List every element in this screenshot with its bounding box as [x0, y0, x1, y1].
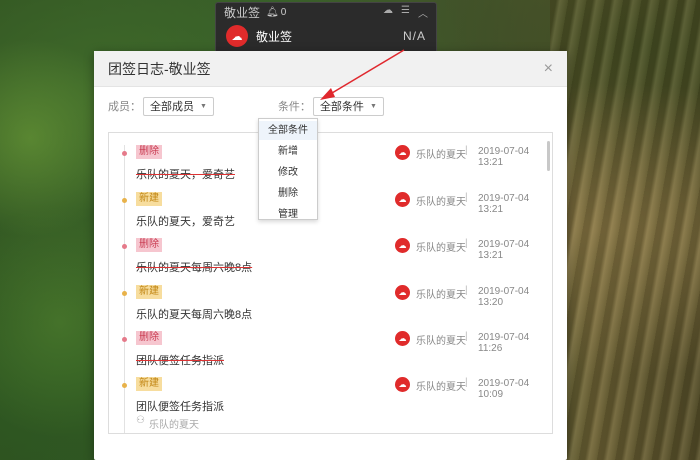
user-avatar-icon: ☁	[395, 285, 410, 300]
cloud-icon[interactable]: ☁	[383, 5, 393, 20]
user-avatar-icon: ☁	[395, 377, 410, 392]
entry-user: 乐队的夏天	[416, 336, 466, 347]
action-tag: 新建	[136, 377, 162, 391]
action-tag: 删除	[136, 331, 162, 345]
action-tag: 新建	[136, 192, 162, 206]
entry-time: 2019-07-04 10:09	[478, 378, 530, 400]
entry-content: 团队便签任务指派	[136, 401, 224, 413]
timeline-dot	[122, 198, 127, 203]
timeline-dot	[122, 291, 127, 296]
chevron-down-icon: ▼	[369, 102, 377, 110]
log-entry: 新建 ☁ 乐队的夏天 | 2019-07-04 13:21 乐队的夏天，爱奇艺	[109, 192, 552, 238]
dialog-header: 团签日志-敬业签 ×	[94, 51, 567, 87]
dropdown-option[interactable]: 新增	[259, 142, 317, 161]
timeline-dot	[122, 151, 127, 156]
widget-title-bar: 敬业签 🔔︎ 0 ☁ ☰ ︿	[216, 3, 436, 21]
entry-content: 乐队的夏天每周六晚8点	[136, 262, 253, 274]
entry-time: 2019-07-04 13:21	[478, 239, 530, 261]
timeline-dot	[122, 244, 127, 249]
entry-footer-user: 乐队的夏天	[149, 420, 199, 431]
app-logo-icon: ☁	[226, 25, 248, 47]
log-entry: 删除 ☁ 乐队的夏天 | 2019-07-04 13:21 乐队的夏天每周六晚8…	[109, 238, 552, 284]
entry-time: 2019-07-04 11:26	[478, 332, 530, 354]
member-select[interactable]: 全部成员 ▼	[143, 96, 214, 116]
widget-team-row[interactable]: ☁ 敬业签 N/A	[216, 21, 436, 51]
entry-user: 乐队的夏天	[416, 290, 466, 301]
dropdown-option[interactable]: 全部条件	[259, 121, 317, 140]
condition-select-value: 全部条件	[319, 101, 364, 113]
widget-status: N/A	[402, 29, 426, 43]
user-avatar-icon: ☁	[395, 238, 410, 253]
log-entry: 新建 ☁ 乐队的夏天 | 2019-07-04 10:09 团队便签任务指派 ⚇…	[109, 377, 552, 431]
chevron-down-icon: ▼	[200, 102, 207, 110]
separator: |	[465, 331, 468, 342]
separator: |	[465, 238, 468, 249]
entry-user: 乐队的夏天	[416, 150, 466, 161]
user-avatar-icon: ☁	[395, 192, 410, 207]
condition-select[interactable]: 全部条件 ▼	[312, 96, 384, 116]
menu-icon[interactable]: ☰	[401, 5, 410, 20]
entry-user: 乐队的夏天	[416, 243, 466, 254]
action-tag: 删除	[136, 238, 162, 252]
action-tag: 删除	[136, 145, 162, 159]
separator: |	[465, 377, 468, 388]
entry-content: 乐队的夏天，爱奇艺	[136, 169, 235, 181]
user-avatar-icon: ☁	[395, 331, 410, 346]
separator: |	[465, 192, 468, 203]
widget-controls: ☁ ☰ ︿	[383, 5, 428, 20]
entry-time: 2019-07-04 13:21	[478, 146, 530, 168]
team-log-dialog: 团签日志-敬业签 × 成员： 全部成员 ▼ 条件： 全部条件 ▼ 删除 ☁ 乐队…	[94, 51, 567, 460]
entry-content: 团队便签任务指派	[136, 355, 224, 367]
member-filter-label: 成员：	[108, 101, 141, 113]
notification-count: 0	[280, 6, 287, 18]
close-icon[interactable]: ×	[544, 60, 553, 78]
background-foliage	[0, 0, 100, 460]
log-list[interactable]: 删除 ☁ 乐队的夏天 | 2019-07-04 13:21 乐队的夏天，爱奇艺 …	[108, 132, 553, 434]
widget-app-name: 敬业签	[256, 29, 293, 44]
log-entry: 删除 ☁ 乐队的夏天 | 2019-07-04 13:21 乐队的夏天，爱奇艺	[109, 145, 552, 191]
background-tree-bark	[550, 0, 700, 460]
entry-content: 乐队的夏天，爱奇艺	[136, 216, 235, 228]
log-entry: 新建 ☁ 乐队的夏天 | 2019-07-04 13:20 乐队的夏天每周六晚8…	[109, 285, 552, 331]
condition-filter-label: 条件：	[277, 101, 311, 113]
bell-icon[interactable]: 🔔︎	[266, 7, 279, 18]
log-entry: 删除 ☁ 乐队的夏天 | 2019-07-04 11:26 团队便签任务指派	[109, 331, 552, 377]
user-icon: ⚇	[136, 415, 145, 426]
entry-time: 2019-07-04 13:20	[478, 286, 530, 308]
condition-dropdown-menu: 全部条件 新增 修改 删除 管理	[258, 118, 318, 220]
collapse-icon[interactable]: ︿	[418, 5, 428, 20]
dropdown-option[interactable]: 删除	[259, 184, 317, 203]
widget-title: 敬业签	[224, 5, 261, 20]
entry-content: 乐队的夏天每周六晚8点	[136, 309, 253, 321]
timeline-dot	[122, 383, 127, 388]
timeline-dot	[122, 337, 127, 342]
separator: |	[465, 285, 468, 296]
entry-user: 乐队的夏天	[416, 197, 466, 208]
member-select-value: 全部成员	[150, 101, 194, 113]
dropdown-option[interactable]: 修改	[259, 163, 317, 182]
filter-bar: 成员： 全部成员 ▼ 条件： 全部条件 ▼	[108, 96, 553, 116]
action-tag: 新建	[136, 285, 162, 299]
dialog-title: 团签日志-敬业签	[108, 60, 211, 77]
entry-user: 乐队的夏天	[416, 382, 466, 393]
separator: |	[465, 145, 468, 156]
user-avatar-icon: ☁	[395, 145, 410, 160]
dropdown-option[interactable]: 管理	[259, 205, 317, 224]
entry-time: 2019-07-04 13:21	[478, 193, 530, 215]
